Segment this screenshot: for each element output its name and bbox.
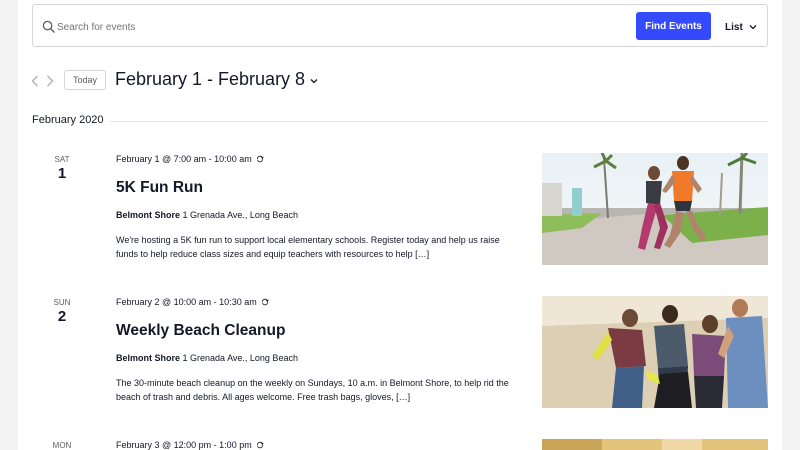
- date-range-label: February 1 - February 8: [115, 69, 306, 89]
- event-venue: Belmont Shore 1 Grenada Ave., Long Beach: [116, 353, 298, 363]
- find-events-button[interactable]: Find Events: [636, 12, 711, 40]
- event-day-number: 1: [57, 165, 67, 182]
- chevron-left-icon[interactable]: [31, 75, 39, 87]
- search-input[interactable]: [57, 17, 617, 37]
- event-day-number: 2: [57, 308, 67, 325]
- event-datetime: February 1 @ 7:00 am - 10:00 am: [116, 154, 264, 164]
- event-datetime: February 3 @ 12:00 pm - 1:00 pm: [116, 440, 264, 450]
- date-range-picker[interactable]: February 1 - February 8: [115, 69, 318, 90]
- recurring-icon: [256, 441, 264, 449]
- recurring-icon: [256, 155, 264, 163]
- event-datetime-text: February 2 @ 10:00 am - 10:30 am: [116, 297, 257, 307]
- today-button[interactable]: Today: [64, 70, 106, 90]
- chevron-down-icon: [310, 78, 318, 83]
- events-search-bar: Find Events List: [32, 4, 768, 47]
- event-title-link[interactable]: 5K Fun Run: [116, 179, 203, 197]
- event-venue: Belmont Shore 1 Grenada Ave., Long Beach: [116, 210, 298, 220]
- event-venue-name: Belmont Shore: [116, 353, 181, 363]
- recurring-icon: [261, 298, 269, 306]
- event-day-of-week: Mon: [52, 441, 72, 450]
- event-venue-name: Belmont Shore: [116, 210, 181, 220]
- event-datetime-text: February 1 @ 7:00 am - 10:00 am: [116, 154, 252, 164]
- chevron-down-icon: [749, 25, 757, 30]
- event-day-of-week: Sun: [53, 298, 71, 307]
- view-selector[interactable]: List: [725, 20, 757, 34]
- event-day-of-week: Sat: [54, 155, 70, 164]
- event-venue-address: 1 Grenada Ave., Long Beach: [182, 353, 298, 363]
- chevron-right-icon[interactable]: [46, 75, 54, 87]
- search-icon: [42, 20, 55, 33]
- event-description: The 30-minute beach cleanup on the weekl…: [116, 378, 509, 402]
- event-venue-address: 1 Grenada Ave., Long Beach: [182, 210, 298, 220]
- event-datetime: February 2 @ 10:00 am - 10:30 am: [116, 297, 269, 307]
- event-photo[interactable]: [542, 439, 768, 450]
- month-separator-line: [110, 121, 768, 122]
- event-datetime-text: February 3 @ 12:00 pm - 1:00 pm: [116, 440, 252, 450]
- view-selector-label: List: [725, 21, 743, 33]
- month-separator-label: February 2020: [32, 114, 104, 126]
- event-description: We're hosting a 5K fun run to support lo…: [116, 235, 500, 259]
- runners-photo[interactable]: [542, 153, 768, 265]
- beach-cleanup-photo[interactable]: [542, 296, 768, 408]
- events-page: Find Events List Today February 1 - Febr…: [18, 0, 782, 450]
- event-title-link[interactable]: Weekly Beach Cleanup: [116, 322, 285, 340]
